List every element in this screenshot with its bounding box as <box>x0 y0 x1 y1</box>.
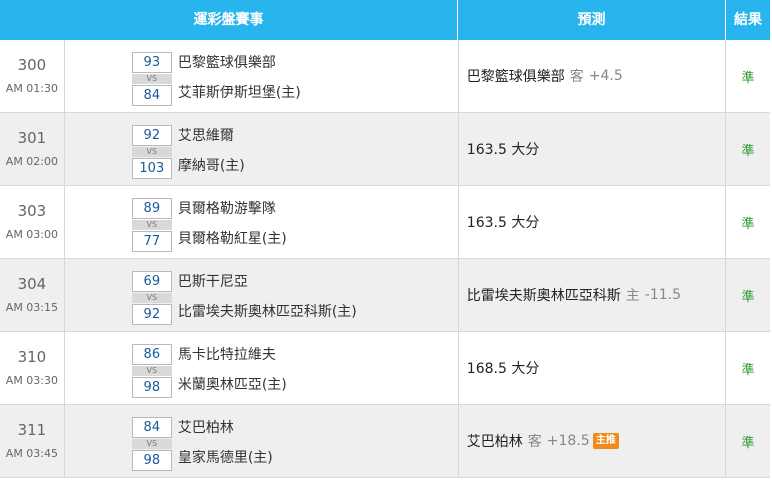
prediction-cell: 163.5 大分 <box>459 113 727 185</box>
vs-label: VS <box>131 293 172 303</box>
game-number: 310 <box>17 348 47 366</box>
table-row: 310 AM 03:30 86 VS 98 馬卡比特拉維夫 米蘭奧林匹亞(主) … <box>0 332 770 405</box>
game-id-cell: 303 AM 03:00 <box>0 186 65 258</box>
score-box: 92 VS 103 <box>131 125 172 179</box>
home-score: 84 <box>131 85 172 106</box>
header-prediction: 預測 <box>458 0 726 40</box>
matchup-cell: 86 VS 98 馬卡比特拉維夫 米蘭奧林匹亞(主) <box>65 332 459 404</box>
prediction-cell: 168.5 大分 <box>459 332 727 404</box>
predictions-table: 運彩盤賽事 預測 結果 300 AM 01:30 93 VS 84 巴黎籃球俱樂… <box>0 0 770 485</box>
home-score: 77 <box>131 231 172 252</box>
table-row: 304 AM 03:15 69 VS 92 巴斯干尼亞 比雷埃夫斯奧林匹亞科斯(… <box>0 259 770 332</box>
score-box: 93 VS 84 <box>131 52 172 106</box>
game-time: AM 03:30 <box>5 374 59 387</box>
game-time: AM 03:15 <box>5 301 59 314</box>
home-team: 比雷埃夫斯奧林匹亞科斯(主) <box>177 304 357 320</box>
home-score: 103 <box>131 158 172 179</box>
prediction-side: 主 <box>625 288 640 304</box>
prediction-pick: 168.5 大分 <box>466 361 540 377</box>
prediction-cell: 163.5 大分 <box>459 186 727 258</box>
prediction-pick: 163.5 大分 <box>466 142 540 158</box>
prediction-line: +4.5 <box>588 68 623 84</box>
table-row: 301 AM 02:00 92 VS 103 艾思維爾 摩納哥(主) 163.5… <box>0 113 770 186</box>
score-box: 89 VS 77 <box>131 198 172 252</box>
vs-label: VS <box>131 147 172 157</box>
home-team: 米蘭奧林匹亞(主) <box>177 377 287 393</box>
matchup-cell: 69 VS 92 巴斯干尼亞 比雷埃夫斯奧林匹亞科斯(主) <box>65 259 459 331</box>
away-team: 馬卡比特拉維夫 <box>177 347 276 363</box>
table-header: 運彩盤賽事 預測 結果 <box>0 0 770 40</box>
away-score: 92 <box>131 125 172 146</box>
vs-label: VS <box>131 220 172 230</box>
prediction-pick: 巴黎籃球俱樂部 <box>466 69 565 85</box>
vs-label: VS <box>131 366 172 376</box>
result-cell: 準 <box>741 143 755 159</box>
prediction-side: 客 <box>569 69 584 85</box>
game-number: 311 <box>17 421 47 439</box>
away-team: 巴黎籃球俱樂部 <box>177 55 276 71</box>
prediction-line: +18.5 <box>546 433 590 449</box>
away-score: 89 <box>131 198 172 219</box>
score-box: 69 VS 92 <box>131 271 172 325</box>
home-score: 98 <box>131 450 172 471</box>
game-number: 301 <box>17 129 47 147</box>
result-cell: 準 <box>741 435 755 451</box>
score-box: 86 VS 98 <box>131 344 172 398</box>
game-id-cell: 300 AM 01:30 <box>0 40 65 112</box>
prediction-pick: 比雷埃夫斯奧林匹亞科斯 <box>466 288 621 304</box>
away-team: 巴斯干尼亞 <box>177 274 248 290</box>
away-team: 艾巴柏林 <box>177 420 234 436</box>
prediction-cell: 艾巴柏林 客 +18.5 主推 <box>459 405 727 477</box>
prediction-cell: 巴黎籃球俱樂部 客 +4.5 <box>459 40 727 112</box>
prediction-side: 客 <box>527 434 542 450</box>
header-event: 運彩盤賽事 <box>0 0 458 40</box>
away-score: 93 <box>131 52 172 73</box>
game-id-cell: 301 AM 02:00 <box>0 113 65 185</box>
table-row: 311 AM 03:45 84 VS 98 艾巴柏林 皇家馬德里(主) 艾巴柏林… <box>0 405 770 478</box>
vs-label: VS <box>131 439 172 449</box>
result-cell: 準 <box>741 216 755 232</box>
away-team: 艾思維爾 <box>177 128 234 144</box>
home-team: 艾菲斯伊斯坦堡(主) <box>177 85 301 101</box>
table-row: 303 AM 03:00 89 VS 77 貝爾格勒游擊隊 貝爾格勒紅星(主) … <box>0 186 770 259</box>
table-row: 300 AM 01:30 93 VS 84 巴黎籃球俱樂部 艾菲斯伊斯坦堡(主)… <box>0 40 770 113</box>
game-id-cell: 311 AM 03:45 <box>0 405 65 477</box>
prediction-pick: 艾巴柏林 <box>466 434 523 450</box>
away-score: 69 <box>131 271 172 292</box>
header-result: 結果 <box>726 0 770 40</box>
game-time: AM 01:30 <box>5 82 59 95</box>
result-cell: 準 <box>741 362 755 378</box>
prediction-pick: 163.5 大分 <box>466 215 540 231</box>
matchup-cell: 92 VS 103 艾思維爾 摩納哥(主) <box>65 113 459 185</box>
matchup-cell: 89 VS 77 貝爾格勒游擊隊 貝爾格勒紅星(主) <box>65 186 459 258</box>
matchup-cell: 84 VS 98 艾巴柏林 皇家馬德里(主) <box>65 405 459 477</box>
home-team: 貝爾格勒紅星(主) <box>177 231 287 247</box>
game-number: 303 <box>17 202 47 220</box>
away-team: 貝爾格勒游擊隊 <box>177 201 276 217</box>
vs-label: VS <box>131 74 172 84</box>
game-time: AM 03:45 <box>5 447 59 460</box>
home-team: 摩納哥(主) <box>177 158 245 174</box>
away-score: 84 <box>131 417 172 438</box>
away-score: 86 <box>131 344 172 365</box>
matchup-cell: 93 VS 84 巴黎籃球俱樂部 艾菲斯伊斯坦堡(主) <box>65 40 459 112</box>
prediction-line: -11.5 <box>644 287 682 303</box>
home-score: 92 <box>131 304 172 325</box>
home-score: 98 <box>131 377 172 398</box>
game-number: 304 <box>17 275 47 293</box>
game-id-cell: 304 AM 03:15 <box>0 259 65 331</box>
result-cell: 準 <box>741 289 755 305</box>
prediction-cell: 比雷埃夫斯奧林匹亞科斯 主 -11.5 <box>459 259 727 331</box>
result-cell: 準 <box>741 70 755 86</box>
home-team: 皇家馬德里(主) <box>177 450 273 466</box>
featured-pick-badge: 主推 <box>592 433 619 449</box>
game-time: AM 03:00 <box>5 228 59 241</box>
game-number: 300 <box>17 56 47 74</box>
game-id-cell: 310 AM 03:30 <box>0 332 65 404</box>
game-time: AM 02:00 <box>5 155 59 168</box>
score-box: 84 VS 98 <box>131 417 172 471</box>
